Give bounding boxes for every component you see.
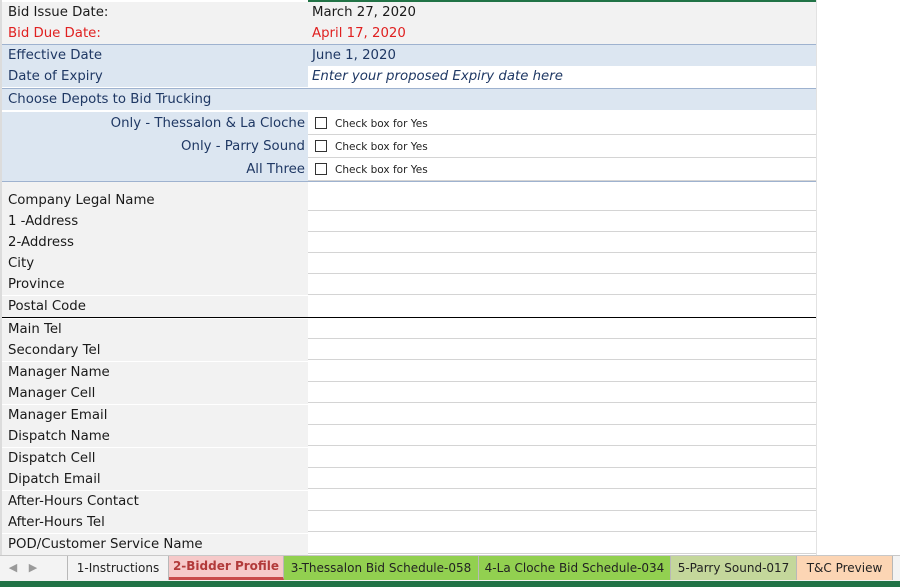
depot-option-label: Only - Thessalon & La Cloche	[2, 112, 308, 135]
city-label: City	[2, 253, 308, 274]
manager-name-label: Manager Name	[2, 362, 308, 383]
bid-issue-date-label: Bid Issue Date:	[2, 2, 308, 23]
main-tel-label: Main Tel	[2, 319, 308, 340]
checkbox-caption: Check box for Yes	[335, 164, 428, 176]
address-1-input[interactable]	[308, 211, 816, 232]
tab-la-cloche-bid-schedule[interactable]: 4-La Cloche Bid Schedule-034	[479, 556, 671, 580]
after-hours-tel-input[interactable]	[308, 511, 816, 532]
secondary-tel-input[interactable]	[308, 339, 816, 360]
secondary-tel-label: Secondary Tel	[2, 340, 308, 361]
tab-bidder-profile[interactable]: 2-Bidder Profile	[169, 556, 284, 580]
tab-parry-sound[interactable]: 5-Parry Sound-017	[671, 556, 797, 580]
province-input[interactable]	[308, 274, 816, 295]
date-of-expiry-label: Date of Expiry	[2, 66, 308, 87]
manager-name-input[interactable]	[308, 361, 816, 382]
tab-tc-preview[interactable]: T&C Preview	[797, 556, 893, 580]
dispatch-email-label: Dipatch Email	[2, 469, 308, 490]
city-input[interactable]	[308, 253, 816, 274]
dispatch-name-label: Dispatch Name	[2, 426, 308, 447]
scroll-tabs-left-icon[interactable]: ◀	[6, 561, 20, 574]
pod-customer-service-name-input[interactable]	[308, 533, 816, 554]
bid-due-date-label: Bid Due Date:	[2, 23, 308, 44]
dispatch-name-input[interactable]	[308, 425, 816, 446]
sheet-tab-bar: ◀ ▶ 1-Instructions 2-Bidder Profile 3-Th…	[0, 555, 900, 582]
after-hours-contact-label: After-Hours Contact	[2, 491, 308, 512]
dispatch-cell-label: Dispatch Cell	[2, 448, 308, 469]
manager-email-label: Manager Email	[2, 405, 308, 426]
depot-option-label: All Three	[2, 158, 308, 181]
tab-thessalon-bid-schedule[interactable]: 3-Thessalon Bid Schedule-058	[284, 556, 479, 580]
depot-option-row: Check box for Yes	[308, 135, 816, 158]
checkbox-all-three[interactable]	[315, 163, 327, 175]
postal-code-input[interactable]	[308, 295, 816, 317]
status-bar	[0, 581, 900, 587]
address-2-label: 2-Address	[2, 232, 308, 253]
effective-date-label: Effective Date	[2, 45, 308, 66]
depot-option-row: Check box for Yes	[308, 158, 816, 181]
checkbox-caption: Check box for Yes	[335, 118, 428, 130]
company-spacer-cell[interactable]	[308, 182, 816, 211]
checkbox-caption: Check box for Yes	[335, 141, 428, 153]
empty-column[interactable]	[816, 0, 900, 555]
date-of-expiry-input[interactable]: Enter your proposed Expiry date here	[308, 66, 816, 87]
spreadsheet-grid[interactable]: Bid Issue Date: March 27, 2020 Bid Due D…	[0, 0, 900, 555]
manager-cell-input[interactable]	[308, 382, 816, 403]
company-legal-name-label: Company Legal Name	[2, 190, 308, 211]
scroll-tabs-right-icon[interactable]: ▶	[26, 561, 40, 574]
dispatch-email-input[interactable]	[308, 468, 816, 489]
postal-code-label: Postal Code	[2, 296, 308, 317]
manager-cell-label: Manager Cell	[2, 383, 308, 404]
bid-issue-date-value[interactable]: March 27, 2020	[308, 2, 816, 23]
tab-instructions[interactable]: 1-Instructions	[67, 556, 169, 580]
pod-customer-service-name-label: POD/Customer Service Name	[2, 534, 308, 555]
effective-date-value[interactable]: June 1, 2020	[308, 45, 816, 66]
manager-email-input[interactable]	[308, 404, 816, 425]
after-hours-tel-label: After-Hours Tel	[2, 512, 308, 533]
dispatch-cell-input[interactable]	[308, 447, 816, 468]
depot-option-row: Check box for Yes	[308, 112, 816, 135]
after-hours-contact-input[interactable]	[308, 490, 816, 511]
checkbox-thessalon-la-cloche[interactable]	[315, 117, 327, 129]
depot-option-label: Only - Parry Sound	[2, 135, 308, 158]
address-2-input[interactable]	[308, 232, 816, 253]
depots-section-title: Choose Depots to Bid Trucking	[2, 88, 816, 110]
main-tel-input[interactable]	[308, 318, 816, 339]
province-label: Province	[2, 274, 308, 295]
checkbox-parry-sound[interactable]	[315, 140, 327, 152]
spacer-row	[2, 182, 308, 190]
bid-due-date-value[interactable]: April 17, 2020	[308, 23, 816, 44]
address-1-label: 1 -Address	[2, 211, 308, 232]
